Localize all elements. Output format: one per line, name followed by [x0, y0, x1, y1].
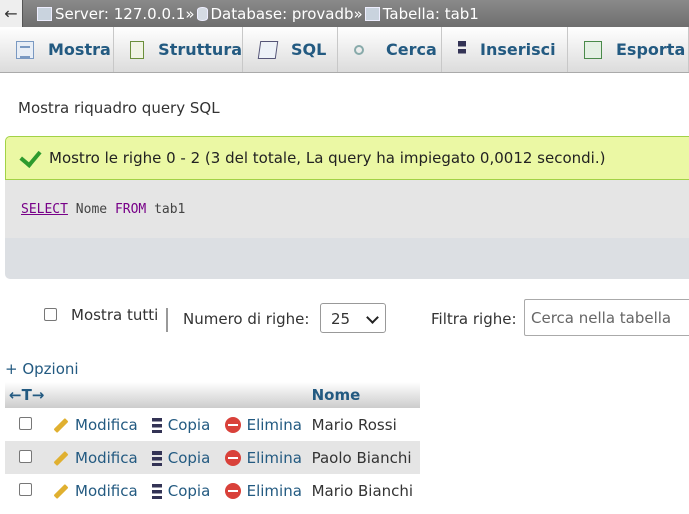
filter-rows-input[interactable]: Cerca nella tabella — [524, 299, 689, 336]
rows-count-label: Numero di righe: — [183, 310, 310, 328]
edit-label: Modifica — [75, 481, 138, 500]
divider — [166, 308, 168, 332]
edit-label: Modifica — [75, 415, 138, 434]
edit-link[interactable]: Modifica — [45, 474, 144, 507]
tab-label: Mostra — [48, 40, 111, 59]
table-row: Modifica Copia Elimina Mario Bianchi — [5, 474, 420, 507]
cell-nome: Mario Rossi — [307, 408, 420, 441]
breadcrumb-database[interactable]: Database: provadb — [196, 5, 354, 23]
success-message-text: Mostro le righe 0 - 2 (3 del totale, La … — [49, 149, 606, 167]
rows-count-select[interactable]: 25 — [320, 303, 386, 333]
tab-label: SQL — [291, 40, 327, 59]
cell-nome: Mario Bianchi — [307, 474, 420, 507]
breadcrumb-server-label[interactable]: Server: 127.0.0.1 — [55, 5, 185, 23]
tab-label: Cerca — [386, 40, 437, 59]
sql-query-display: SELECT Nome FROM tab1 — [5, 180, 689, 238]
pencil-icon — [53, 450, 69, 466]
delete-icon — [224, 483, 241, 499]
tab-label: Esporta — [616, 40, 686, 59]
table-row: Modifica Copia Elimina Mario Rossi — [5, 408, 420, 441]
breadcrumb-table-label[interactable]: Tabella: tab1 — [383, 5, 479, 23]
sql-table: tab1 — [146, 202, 186, 217]
edit-link[interactable]: Modifica — [45, 441, 144, 474]
edit-label: Modifica — [75, 448, 138, 467]
breadcrumb-separator: » — [185, 4, 195, 23]
breadcrumb-table[interactable]: Tabella: tab1 — [364, 5, 479, 23]
copy-icon — [151, 450, 162, 466]
sql-keyword-from: FROM — [114, 202, 147, 217]
row-checkbox[interactable] — [19, 416, 32, 430]
success-message: Mostro le righe 0 - 2 (3 del totale, La … — [5, 136, 689, 180]
delete-label: Elimina — [246, 415, 302, 434]
delete-link[interactable]: Elimina — [214, 441, 308, 474]
tab-struttura[interactable]: Struttura — [114, 27, 243, 72]
tab-cerca[interactable]: Cerca — [338, 27, 442, 72]
delete-label: Elimina — [246, 448, 302, 467]
breadcrumb-bar: ← Server: 127.0.0.1 » Database: provadb … — [0, 0, 689, 27]
browse-icon — [16, 40, 34, 59]
server-icon — [37, 6, 52, 21]
delete-icon — [224, 450, 241, 466]
delete-link[interactable]: Elimina — [214, 474, 308, 507]
sql-query-footer — [5, 238, 689, 279]
tab-esporta[interactable]: Esporta — [568, 27, 689, 72]
tab-label: Struttura — [158, 40, 242, 59]
export-icon — [584, 40, 602, 59]
copy-link[interactable]: Copia — [143, 474, 215, 507]
sql-keyword-select[interactable]: SELECT — [21, 202, 68, 217]
tab-sql[interactable]: SQL — [243, 27, 338, 72]
pencil-icon — [53, 483, 69, 499]
breadcrumb-separator: » — [353, 4, 363, 23]
show-all-label: Mostra tutti — [71, 306, 159, 324]
table-icon — [364, 6, 380, 21]
copy-label: Copia — [167, 415, 211, 434]
edit-link[interactable]: Modifica — [45, 408, 144, 441]
delete-icon — [224, 417, 241, 433]
sql-column: Nome — [67, 202, 115, 217]
filter-rows-label: Filtra righe: — [431, 310, 517, 328]
sql-icon — [257, 40, 279, 59]
copy-icon — [151, 417, 162, 433]
options-link[interactable]: + Opzioni — [5, 360, 79, 378]
navigation-controls: Mostra tutti Numero di righe: 25 Filtra … — [0, 298, 689, 338]
tab-bar: Mostra Struttura SQL Cerca Inserisci Esp… — [0, 27, 689, 73]
row-checkbox[interactable] — [19, 449, 32, 463]
row-checkbox[interactable] — [19, 482, 32, 496]
delete-link[interactable]: Elimina — [214, 408, 308, 441]
check-icon — [19, 144, 42, 168]
breadcrumb-database-label[interactable]: Database: provadb — [211, 5, 354, 23]
delete-label: Elimina — [246, 481, 302, 500]
copy-label: Copia — [167, 481, 211, 500]
database-icon — [196, 6, 208, 21]
results-table: ←T→ Nome Modifica Copia Elimina Mario Ro… — [5, 382, 420, 507]
rows-count-value: 25 — [331, 310, 351, 328]
copy-link[interactable]: Copia — [143, 441, 215, 474]
insert-icon — [458, 40, 466, 59]
structure-icon — [130, 40, 145, 59]
copy-link[interactable]: Copia — [143, 408, 215, 441]
show-query-box-link[interactable]: Mostra riquadro query SQL — [18, 99, 220, 117]
column-arrows-icon[interactable]: ←T→ — [5, 382, 308, 408]
tab-mostra[interactable]: Mostra — [0, 27, 114, 72]
cell-nome: Paolo Bianchi — [307, 441, 420, 474]
table-row: Modifica Copia Elimina Paolo Bianchi — [5, 441, 420, 474]
tab-inserisci[interactable]: Inserisci — [442, 27, 568, 72]
back-arrow-icon[interactable]: ← — [0, 0, 23, 27]
copy-icon — [151, 483, 162, 499]
breadcrumb-server[interactable]: Server: 127.0.0.1 — [37, 5, 185, 23]
chevron-down-icon — [366, 311, 379, 324]
copy-label: Copia — [167, 448, 211, 467]
show-all-checkbox[interactable] — [44, 308, 57, 321]
pencil-icon — [53, 417, 69, 433]
search-icon — [354, 44, 364, 55]
column-header-nome[interactable]: Nome — [307, 382, 420, 408]
tab-label: Inserisci — [480, 40, 556, 59]
